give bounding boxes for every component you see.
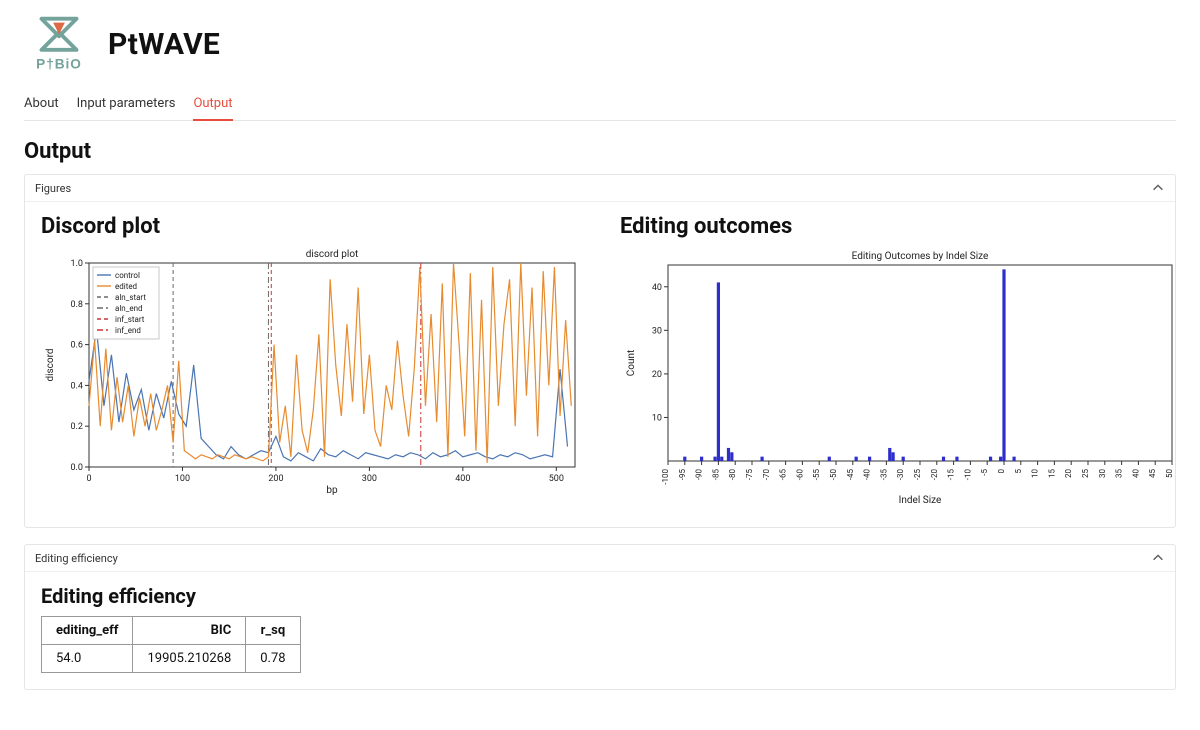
table-row: 54.0 19905.210268 0.78 [42,645,301,673]
svg-text:-20: -20 [930,468,939,480]
svg-text:discord: discord [45,348,56,381]
svg-text:-45: -45 [846,468,855,480]
svg-text:aln_start: aln_start [115,293,146,302]
svg-text:1.0: 1.0 [71,259,84,269]
svg-text:-70: -70 [762,468,771,480]
svg-text:-85: -85 [711,468,720,480]
svg-text:5: 5 [1014,469,1023,474]
svg-text:25: 25 [1081,469,1090,478]
discord-figure: Discord plot discord plot bp discord 0.0 0.2… [41,208,580,511]
page-title: Output [24,139,1176,164]
svg-text:0: 0 [997,469,1006,474]
svg-text:aln_end: aln_end [115,304,143,313]
svg-text:-5: -5 [980,469,989,476]
editing-efficiency-panel-header[interactable]: Editing efficiency [25,545,1175,572]
discord-plot: discord plot bp discord 0.0 0.2 0.4 0.6 0.8 1.0 0… [41,247,580,501]
tab-input-parameters[interactable]: Input parameters [77,88,176,120]
svg-text:50: 50 [1165,469,1174,478]
svg-text:-10: -10 [963,468,972,480]
editing-efficiency-title: Editing efficiency [41,584,1159,608]
svg-text:Editing Outcomes by Indel Size: Editing Outcomes by Indel Size [852,251,989,262]
svg-text:inf_end: inf_end [115,326,141,335]
svg-text:20: 20 [1064,469,1073,478]
col-rsq: r_sq [246,617,300,645]
svg-text:0.2: 0.2 [71,422,84,432]
svg-text:30: 30 [1098,469,1107,478]
svg-text:10: 10 [1031,469,1040,478]
svg-text:discord plot: discord plot [306,249,359,260]
svg-text:20: 20 [652,370,662,380]
figures-panel: Figures Discord plot discord plotbpdisco… [24,174,1176,528]
tab-about[interactable]: About [24,88,59,120]
figures-panel-label: Figures [35,182,71,195]
svg-text:400: 400 [455,474,470,484]
svg-text:0.8: 0.8 [71,300,84,310]
outcomes-title: Editing outcomes [620,214,1159,239]
svg-text:-80: -80 [728,468,737,480]
col-editing-eff: editing_eff [42,617,133,645]
svg-text:-30: -30 [896,468,905,480]
svg-text:-65: -65 [779,468,788,480]
svg-text:40: 40 [1131,469,1140,478]
svg-text:-40: -40 [863,468,872,480]
svg-text:-60: -60 [795,468,804,480]
svg-text:-95: -95 [678,468,687,480]
editing-efficiency-panel-label: Editing efficiency [35,552,118,565]
svg-text:0.6: 0.6 [71,341,84,351]
svg-text:inf_start: inf_start [115,315,145,324]
svg-text:Indel Size: Indel Size [899,495,942,506]
svg-text:P†BiO: P†BiO [36,56,82,71]
svg-text:0.4: 0.4 [71,381,84,391]
svg-text:500: 500 [549,474,564,484]
figures-panel-header[interactable]: Figures [25,175,1175,202]
svg-text:0: 0 [86,474,91,484]
svg-text:-55: -55 [812,468,821,480]
svg-text:30: 30 [652,326,662,336]
brand-logo: P†BiO [24,14,94,74]
svg-text:-90: -90 [695,468,704,480]
editing-efficiency-panel: Editing efficiency Editing efficiency ed… [24,544,1176,690]
app-title: PtWAVE [108,27,220,62]
svg-text:0.0: 0.0 [71,463,84,473]
svg-text:control: control [115,271,140,280]
svg-text:45: 45 [1148,469,1157,478]
col-bic: BIC [133,617,246,645]
svg-text:edited: edited [115,282,137,291]
svg-text:Count: Count [626,350,637,377]
chevron-up-icon [1151,551,1165,565]
svg-text:-25: -25 [913,468,922,480]
chevron-up-icon [1151,181,1165,195]
svg-text:10: 10 [652,413,662,423]
svg-text:bp: bp [326,485,338,496]
outcomes-plot: Editing Outcomes by Indel Size Indel Size… [620,247,1159,511]
header: P†BiO PtWAVE [24,0,1176,78]
svg-text:15: 15 [1047,469,1056,478]
editing-efficiency-table: editing_eff BIC r_sq 54.0 19905.210268 0… [41,616,301,673]
svg-text:300: 300 [362,474,377,484]
outcomes-figure: Editing outcomes Editing Outcomes by Ind… [620,208,1159,511]
svg-text:200: 200 [268,474,283,484]
tab-output[interactable]: Output [193,88,232,121]
svg-text:-35: -35 [879,468,888,480]
svg-text:-100: -100 [661,469,670,485]
svg-text:-75: -75 [745,468,754,480]
svg-text:35: 35 [1115,469,1124,478]
tabs: About Input parameters Output [24,88,1176,121]
svg-text:40: 40 [652,283,662,293]
svg-text:-15: -15 [947,468,956,480]
svg-text:-50: -50 [829,468,838,480]
discord-title: Discord plot [41,214,580,239]
svg-text:100: 100 [175,474,190,484]
